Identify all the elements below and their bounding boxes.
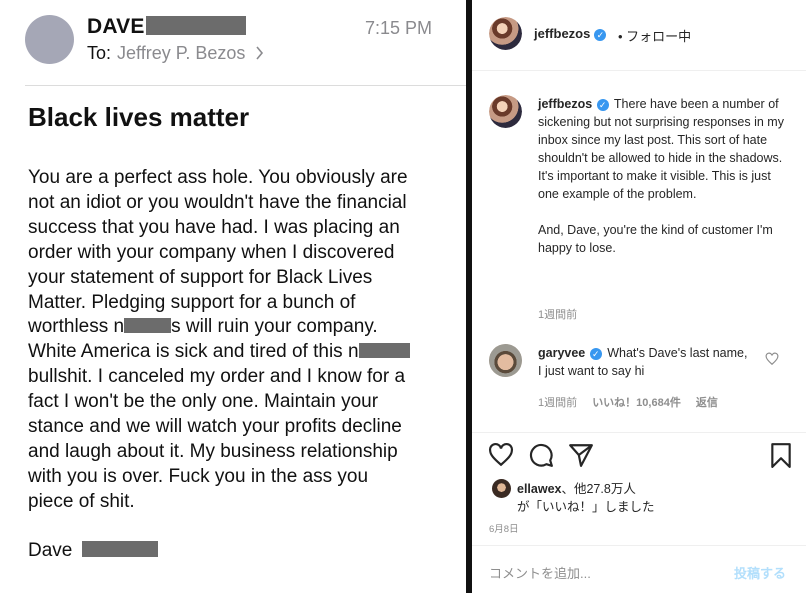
commenter-avatar[interactable] <box>489 344 522 377</box>
liker-avatar[interactable] <box>492 479 511 498</box>
redacted-surname <box>145 16 246 35</box>
body-line: stance and we will watch your profits de… <box>28 416 402 438</box>
email-signature: Dave <box>28 540 158 562</box>
likes-count[interactable]: 、他27.8万人 <box>561 482 635 496</box>
follow-status[interactable]: • フォロー中 <box>618 26 691 45</box>
comment-timestamp: 1週間前 <box>538 397 578 409</box>
bookmark-icon[interactable] <box>768 442 794 468</box>
body-line: Matter. Pledging support for a bunch of <box>28 291 356 313</box>
input-divider <box>472 545 806 546</box>
username-text[interactable]: jeffbezos <box>534 26 590 41</box>
header-divider <box>472 70 806 71</box>
to-label: To: <box>87 43 112 63</box>
redacted-surname <box>81 541 158 557</box>
body-line: bullshit. I canceled my order and I know… <box>28 366 406 388</box>
likes-suffix: が「いいね！」しました <box>517 500 655 514</box>
verified-badge-icon: ✓ <box>589 348 602 360</box>
verified-badge-icon: ✓ <box>596 99 609 111</box>
body-line: success that you have had. I was placing… <box>28 216 400 238</box>
caption-author-avatar[interactable] <box>489 95 522 128</box>
commenter-username[interactable]: garyvee <box>538 346 585 360</box>
chevron-right-icon <box>256 46 264 60</box>
email-body: You are a perfect ass hole. You obviousl… <box>28 166 440 515</box>
email-time: 7:15 PM <box>365 18 433 38</box>
body-fragment: worthless n <box>28 316 125 338</box>
recipient-line[interactable]: To: Jeffrey P. Bezos <box>87 43 264 64</box>
body-line: with you is over. Fuck you in the ass yo… <box>28 465 369 487</box>
caption-paragraph: jeffbezos ✓ There have been a number of … <box>538 95 788 203</box>
post-author-avatar[interactable] <box>489 17 522 50</box>
recipient-name[interactable]: Jeffrey P. Bezos <box>117 43 245 63</box>
body-line: fact I won't be the only one. Maintain y… <box>28 391 379 413</box>
sender-line: DAVE <box>87 15 246 39</box>
comment-likes[interactable]: いいね！10,684件 <box>592 397 681 409</box>
header-divider <box>25 85 466 86</box>
email-subject: Black lives matter <box>28 102 250 132</box>
body-fragment: s will ruin your company. <box>171 316 378 338</box>
reply-button[interactable]: 返信 <box>696 397 718 409</box>
caption-timestamp: 1週間前 <box>538 309 578 321</box>
signature-name: Dave <box>28 540 73 561</box>
actions-divider <box>472 432 806 433</box>
body-line: White America is sick and tired of this … <box>28 340 440 365</box>
body-fragment: White America is sick and tired of this … <box>28 341 359 363</box>
post-comment-button[interactable]: 投稿する <box>734 563 786 582</box>
comment-icon[interactable] <box>528 442 554 468</box>
post-caption: jeffbezos ✓ There have been a number of … <box>538 95 788 257</box>
comment-meta: 1週間前 いいね！10,684件 返信 <box>538 394 730 410</box>
action-bar <box>472 442 806 470</box>
verified-badge-icon: ✓ <box>594 29 607 41</box>
add-comment-input[interactable]: コメントを追加... <box>489 563 591 582</box>
body-line: piece of shit. <box>28 490 135 512</box>
body-line: worthless n s will ruin your company. <box>28 315 440 340</box>
comment: garyvee ✓ What's Dave's last name, I jus… <box>538 344 753 380</box>
comment-heart-icon[interactable] <box>765 352 779 366</box>
email-panel: DAVE To: Jeffrey P. Bezos 7:15 PM Black l… <box>0 0 466 593</box>
body-line: your statement of support for Black Live… <box>28 266 373 288</box>
caption-text: There have been a number of sickening bu… <box>538 97 784 201</box>
body-line: You are a perfect ass hole. You obviousl… <box>28 167 408 188</box>
screenshot-root: DAVE To: Jeffrey P. Bezos 7:15 PM Black l… <box>0 0 806 593</box>
redacted-word <box>124 318 172 334</box>
likes-summary[interactable]: ellawex、他27.8万人 <box>517 478 636 497</box>
post-date: 6月8日 <box>489 524 519 535</box>
post-author-username[interactable]: jeffbezos ✓ <box>534 26 607 41</box>
caption-paragraph: And, Dave, you're the kind of customer I… <box>538 223 773 255</box>
liker-username[interactable]: ellawex <box>517 482 561 496</box>
body-line: not an idiot or you wouldn't have the fi… <box>28 191 407 213</box>
sender-name: DAVE <box>87 15 145 38</box>
instagram-panel: jeffbezos ✓ • フォロー中 jeffbezos ✓ There hav… <box>472 0 806 593</box>
heart-icon[interactable] <box>488 442 514 468</box>
redacted-word <box>358 343 410 359</box>
body-line: order with your company when I discovere… <box>28 241 395 263</box>
sender-avatar <box>25 15 74 64</box>
caption-username[interactable]: jeffbezos <box>538 97 592 111</box>
body-line: and laugh about it. My business relation… <box>28 440 398 462</box>
share-icon[interactable] <box>568 442 594 468</box>
